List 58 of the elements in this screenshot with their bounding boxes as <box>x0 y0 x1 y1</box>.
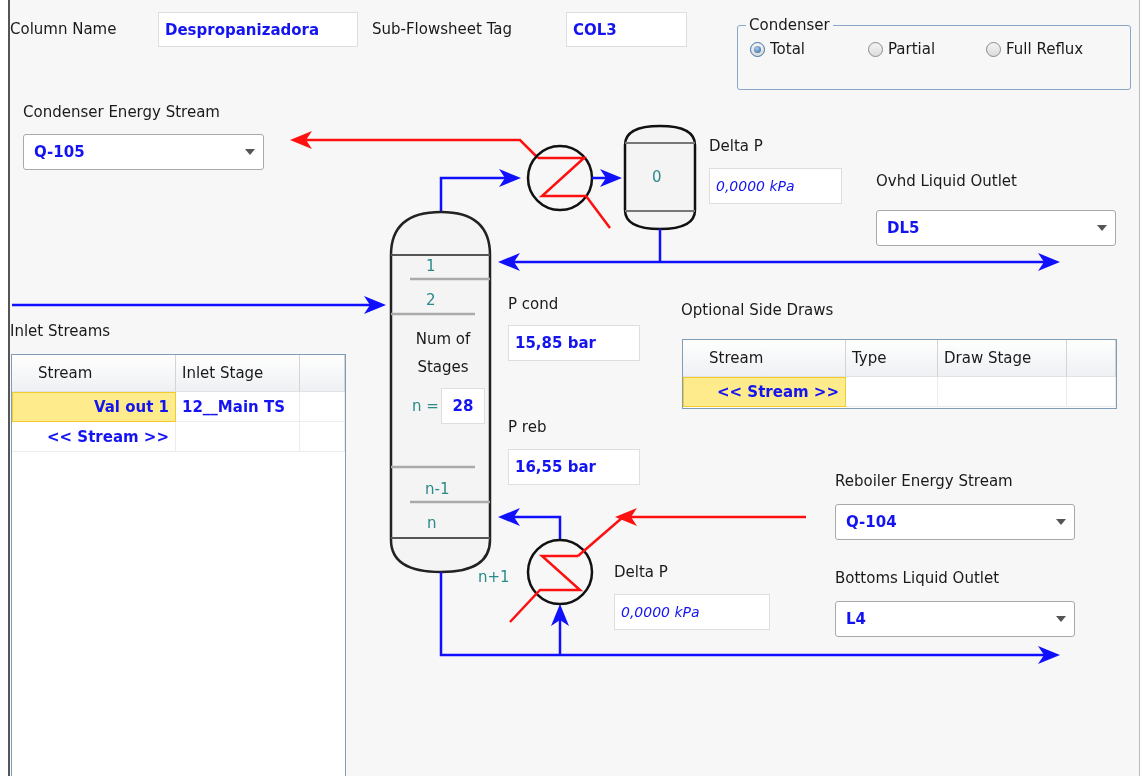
stream-arrow <box>592 169 622 187</box>
column-header[interactable] <box>1067 340 1116 377</box>
stage-label: n+1 <box>478 568 510 586</box>
radio-label[interactable]: Total <box>770 40 806 58</box>
radio-label[interactable]: Partial <box>888 40 936 58</box>
table-cell[interactable]: Val out 1 <box>12 392 176 422</box>
table-cell: 12__Main TS <box>176 392 300 422</box>
radio-button[interactable] <box>986 41 1001 57</box>
stage-label: 2 <box>426 291 436 309</box>
group-title: Condenser <box>748 16 831 34</box>
field-label: Inlet Streams <box>10 322 111 340</box>
stage-label: n = <box>412 397 439 415</box>
radio-button[interactable] <box>750 41 765 57</box>
field-label: P cond <box>508 295 559 313</box>
stream-arrow <box>498 508 562 540</box>
column-header[interactable]: Stream <box>12 355 176 392</box>
table-cell[interactable]: << Stream >> <box>683 377 846 407</box>
column-header[interactable] <box>300 355 345 392</box>
stage-label: 1 <box>426 257 436 275</box>
column-header[interactable]: Draw Stage <box>938 340 1067 377</box>
radio-button[interactable] <box>868 41 883 57</box>
text-field[interactable]: COL3 <box>566 12 687 47</box>
table-cell[interactable]: << Stream >> <box>12 422 176 452</box>
table-cell <box>300 392 345 422</box>
text-field[interactable]: 0,0000 kPa <box>614 594 770 630</box>
dropdown[interactable]: Q-104 <box>835 504 1075 540</box>
stage-label: n-1 <box>425 480 450 498</box>
dropdown[interactable]: L4 <box>835 601 1075 637</box>
field-label: Ovhd Liquid Outlet <box>876 172 1017 190</box>
column-header[interactable]: Type <box>846 340 938 377</box>
field-label: Reboiler Energy Stream <box>835 472 1013 490</box>
stages-label: Num of Stages <box>414 329 472 378</box>
dropdown[interactable]: DL5 <box>876 210 1116 246</box>
radio-label[interactable]: Full Reflux <box>1006 40 1084 58</box>
text-field[interactable]: 16,55 bar <box>508 449 640 485</box>
text-field[interactable]: 0,0000 kPa <box>709 168 842 204</box>
field-label: Delta P <box>709 137 763 155</box>
field-label: Condenser Energy Stream <box>23 103 220 121</box>
caret-icon <box>245 149 255 155</box>
table-cell <box>1067 377 1116 407</box>
text-field[interactable]: Despropanizadora <box>158 12 358 47</box>
vessel-label: 0 <box>652 168 662 186</box>
field-label: Sub-Flowsheet Tag <box>372 20 513 38</box>
field-label: Delta P <box>614 563 668 581</box>
caret-icon <box>1097 225 1107 231</box>
field-label: P reb <box>508 418 547 436</box>
column-header[interactable]: Inlet Stage <box>176 355 300 392</box>
field-label: Bottoms Liquid Outlet <box>835 569 1000 587</box>
dropdown[interactable]: Q-105 <box>23 134 264 170</box>
table-cell <box>300 422 345 452</box>
column-header[interactable]: Stream <box>683 340 846 377</box>
text-field[interactable]: 15,85 bar <box>508 325 640 361</box>
text-field[interactable]: 28 <box>441 388 485 424</box>
field-label: Optional Side Draws <box>681 301 834 319</box>
field-label: Column Name <box>10 20 117 38</box>
caret-icon <box>1056 616 1066 622</box>
caret-icon <box>1056 519 1066 525</box>
stage-label: n <box>427 514 437 532</box>
